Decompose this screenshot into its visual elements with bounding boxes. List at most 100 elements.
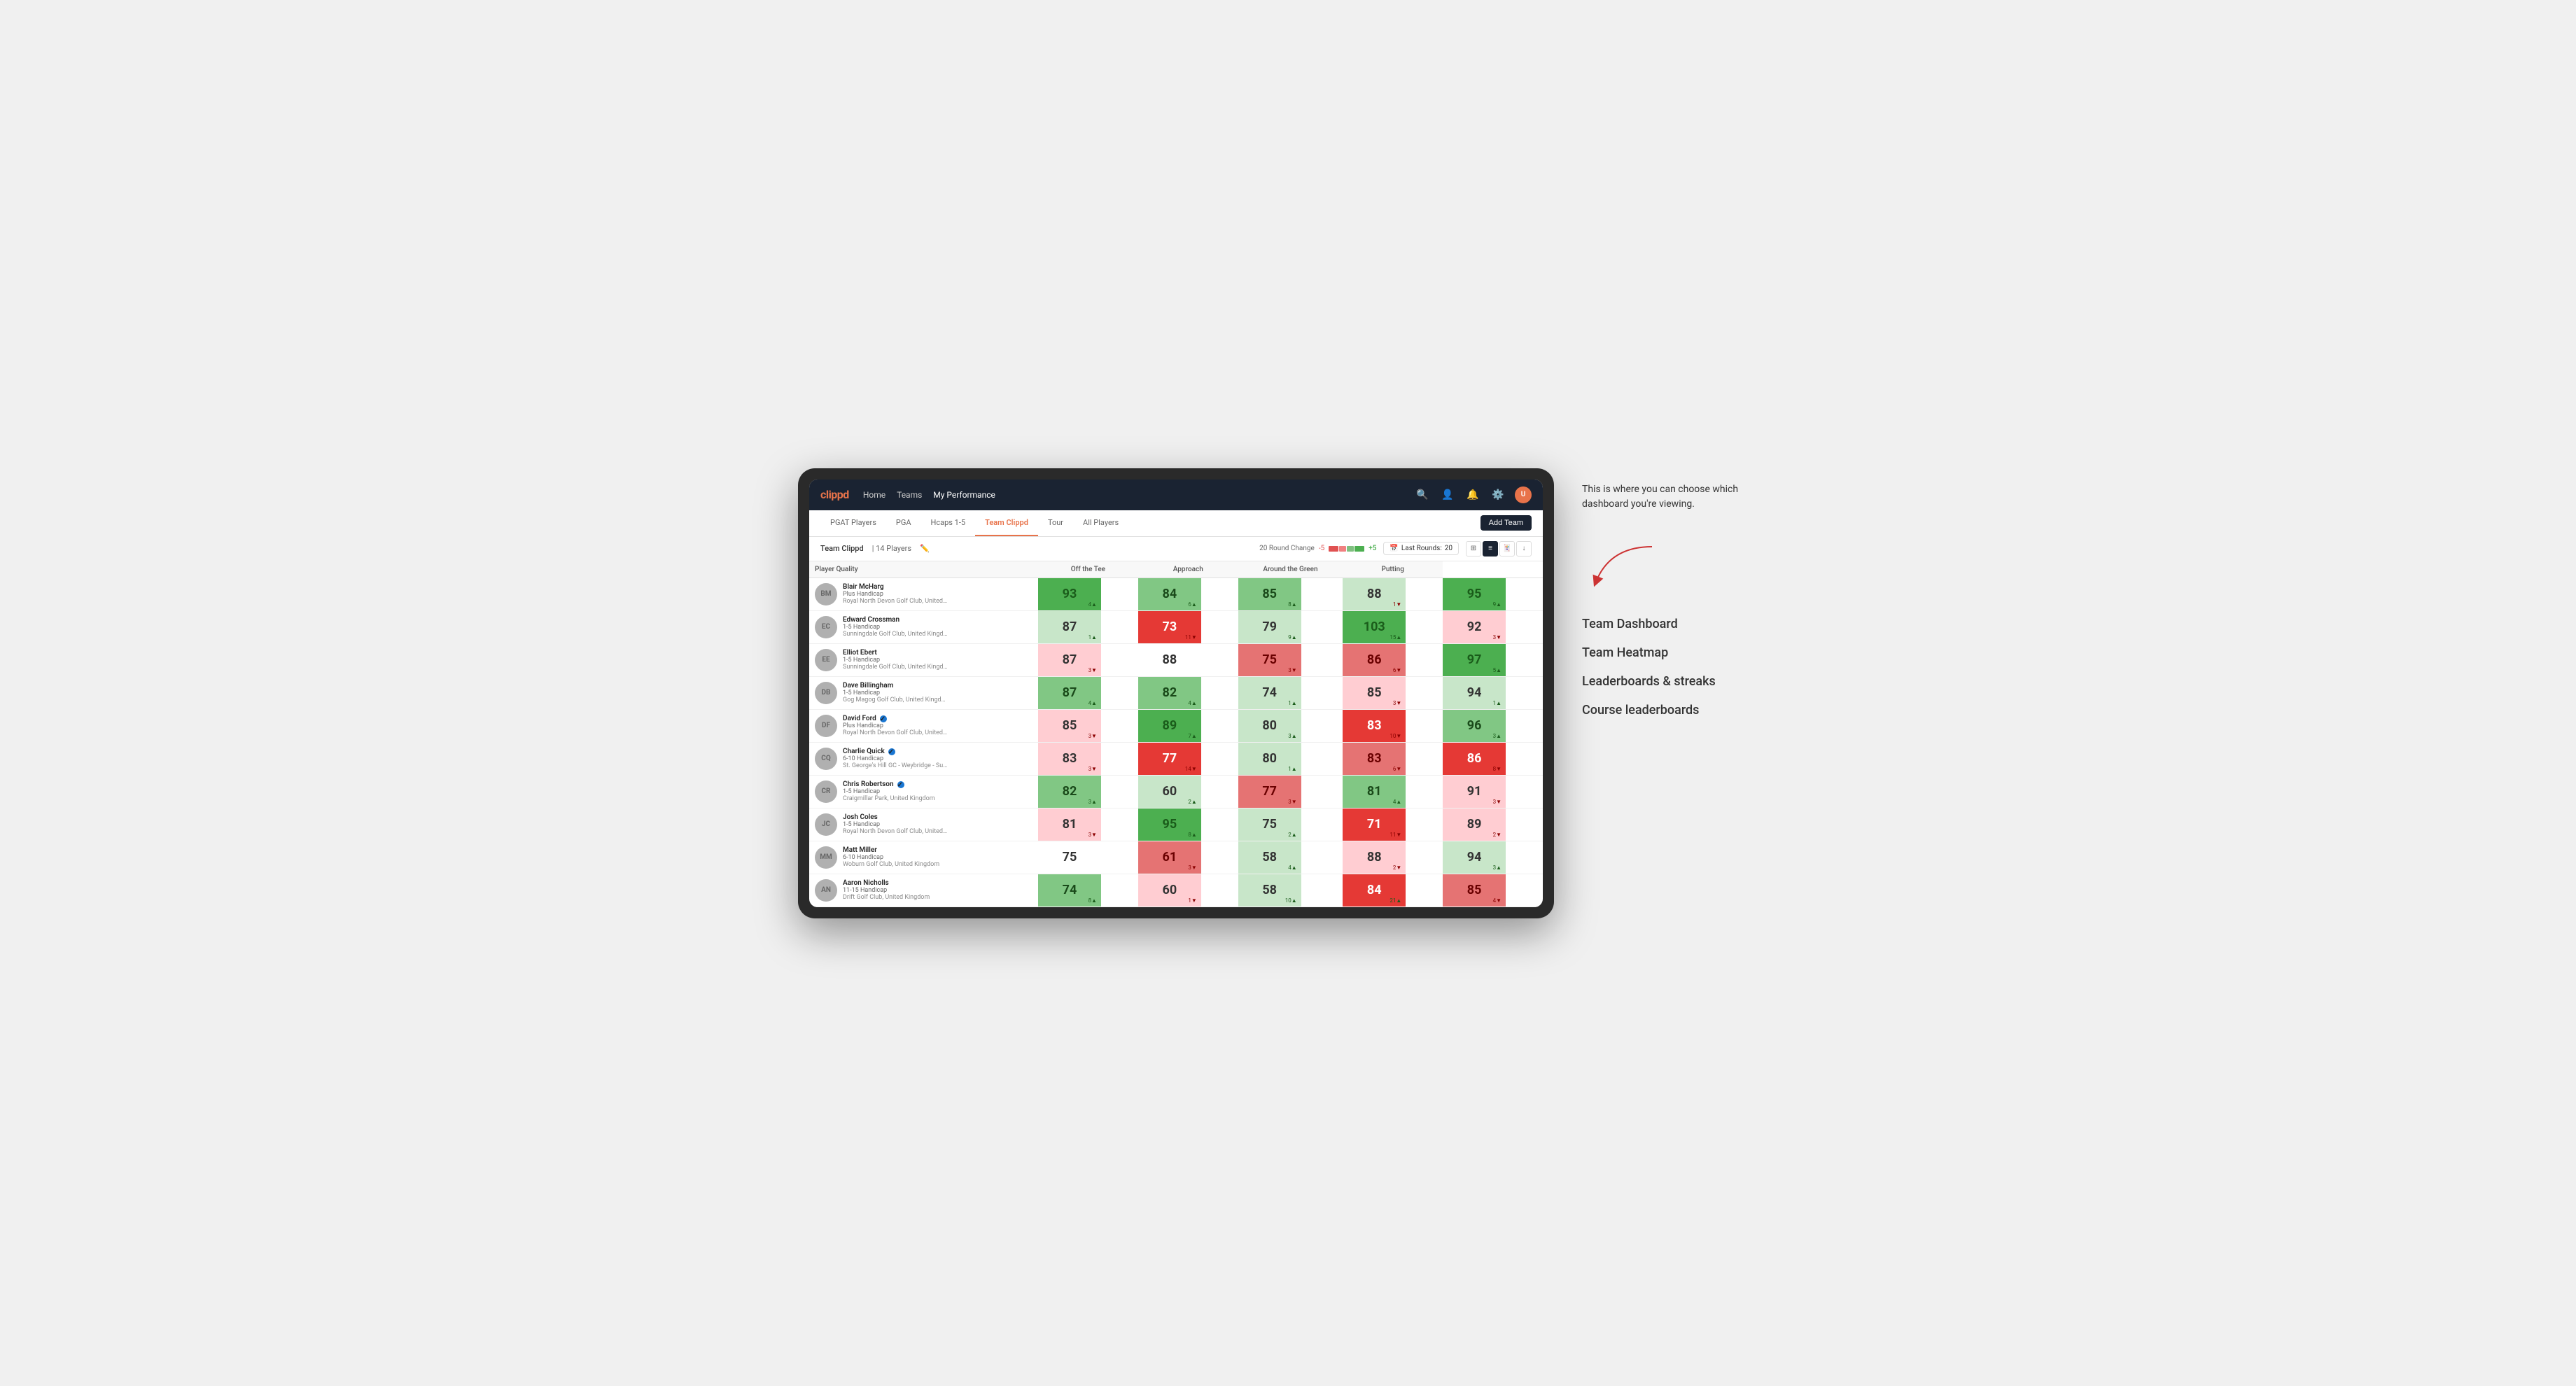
edit-icon[interactable]: ✏️ bbox=[920, 544, 930, 553]
view-download-icon[interactable]: ↓ bbox=[1516, 541, 1532, 556]
round-change-control: 20 Round Change -5 +5 bbox=[1259, 545, 1376, 552]
verified-badge: ✓ bbox=[888, 748, 895, 755]
menu-item-course-leaderboards[interactable]: Course leaderboards bbox=[1582, 703, 1778, 718]
metric-change: 8▲ bbox=[1188, 832, 1196, 838]
last-rounds-button[interactable]: 📅 Last Rounds: 20 bbox=[1383, 542, 1459, 555]
metric-value: 58 bbox=[1262, 850, 1277, 864]
metric-cell-player-quality: 87 3▼ bbox=[1038, 643, 1138, 676]
col-header-putting[interactable]: Putting bbox=[1343, 561, 1443, 578]
player-handicap: Plus Handicap bbox=[843, 722, 1032, 729]
player-cell[interactable]: EC Edward Crossman 1-5 Handicap Sunningd… bbox=[809, 610, 1038, 643]
metric-value: 71 bbox=[1367, 817, 1382, 832]
view-grid-icon[interactable]: ⊞ bbox=[1466, 541, 1481, 556]
metric-value: 85 bbox=[1063, 718, 1077, 733]
metric-cell-around-green: 85 3▼ bbox=[1343, 676, 1443, 709]
toolbar-right: 20 Round Change -5 +5 📅 Last Rounds: bbox=[1259, 541, 1532, 556]
tab-all-players[interactable]: All Players bbox=[1073, 510, 1128, 536]
team-name-label: Team Clippd bbox=[820, 544, 864, 553]
add-team-button[interactable]: Add Team bbox=[1480, 515, 1532, 531]
menu-item-team-dashboard[interactable]: Team Dashboard bbox=[1582, 617, 1778, 631]
player-info: Elliot Ebert 1-5 Handicap Sunningdale Go… bbox=[843, 649, 1032, 671]
metric-cell-around-green: 88 1▼ bbox=[1343, 578, 1443, 610]
col-header-around-green[interactable]: Around the Green bbox=[1238, 561, 1343, 578]
metric-cell-player-quality: 75 bbox=[1038, 841, 1138, 874]
menu-item-team-heatmap[interactable]: Team Heatmap bbox=[1582, 645, 1778, 660]
col-header-player[interactable]: Player Quality bbox=[809, 561, 1038, 578]
player-cell[interactable]: BM Blair McHarg Plus Handicap Royal Nort… bbox=[809, 578, 1038, 610]
metric-cell-putting: 89 2▼ bbox=[1443, 808, 1543, 841]
player-table: Player Quality Off the Tee Approach Arou… bbox=[809, 561, 1543, 907]
metric-change: 4▲ bbox=[1188, 700, 1196, 706]
metric-value: 74 bbox=[1063, 883, 1077, 897]
tab-pga[interactable]: PGA bbox=[886, 510, 921, 536]
metric-cell-player-quality: 87 1▲ bbox=[1038, 610, 1138, 643]
settings-icon[interactable]: ⚙️ bbox=[1490, 486, 1506, 503]
table-row: DB Dave Billingham 1-5 Handicap Gog Mago… bbox=[809, 676, 1543, 709]
bar-green bbox=[1354, 546, 1364, 552]
metric-cell-putting: 85 4▼ bbox=[1443, 874, 1543, 906]
metric-change: 1▲ bbox=[1088, 634, 1097, 640]
metric-cell-player-quality: 82 3▲ bbox=[1038, 775, 1138, 808]
metric-cell-around-green: 83 6▼ bbox=[1343, 742, 1443, 775]
player-info: Edward Crossman 1-5 Handicap Sunningdale… bbox=[843, 616, 1032, 638]
menu-item-leaderboards[interactable]: Leaderboards & streaks bbox=[1582, 674, 1778, 689]
user-avatar[interactable]: U bbox=[1515, 486, 1532, 503]
metric-cell-player-quality: 93 4▲ bbox=[1038, 578, 1138, 610]
player-cell[interactable]: JC Josh Coles 1-5 Handicap Royal North D… bbox=[809, 808, 1038, 841]
nav-link-teams[interactable]: Teams bbox=[897, 487, 922, 503]
view-table-icon[interactable]: ≡ bbox=[1483, 541, 1498, 556]
player-name: Matt Miller bbox=[843, 846, 1032, 854]
view-card-icon[interactable]: 🃏 bbox=[1499, 541, 1515, 556]
metric-value: 94 bbox=[1467, 685, 1482, 700]
metric-change: 3▼ bbox=[1088, 733, 1097, 739]
metric-value: 79 bbox=[1262, 620, 1277, 634]
bell-icon[interactable]: 🔔 bbox=[1464, 486, 1481, 503]
player-cell[interactable]: DF David Ford✓ Plus Handicap Royal North… bbox=[809, 709, 1038, 742]
player-cell[interactable]: EE Elliot Ebert 1-5 Handicap Sunningdale… bbox=[809, 643, 1038, 676]
metric-value: 84 bbox=[1163, 587, 1177, 601]
metric-cell-putting: 91 3▼ bbox=[1443, 775, 1543, 808]
player-cell[interactable]: DB Dave Billingham 1-5 Handicap Gog Mago… bbox=[809, 676, 1038, 709]
table-row: BM Blair McHarg Plus Handicap Royal Nort… bbox=[809, 578, 1543, 610]
col-header-off-tee[interactable]: Off the Tee bbox=[1038, 561, 1138, 578]
table-row: JC Josh Coles 1-5 Handicap Royal North D… bbox=[809, 808, 1543, 841]
metric-change: 6▲ bbox=[1188, 601, 1196, 608]
metric-cell-putting: 95 9▲ bbox=[1443, 578, 1543, 610]
player-avatar: JC bbox=[815, 813, 837, 836]
metric-change: 8▲ bbox=[1088, 897, 1097, 904]
metric-value: 83 bbox=[1367, 751, 1382, 766]
player-cell[interactable]: AN Aaron Nicholls 11-15 Handicap Drift G… bbox=[809, 874, 1038, 906]
metric-change: 4▲ bbox=[1288, 864, 1296, 871]
tab-tour[interactable]: Tour bbox=[1038, 510, 1073, 536]
player-cell[interactable]: MM Matt Miller 6-10 Handicap Woburn Golf… bbox=[809, 841, 1038, 874]
player-avatar: DF bbox=[815, 715, 837, 737]
metric-value: 81 bbox=[1063, 817, 1077, 832]
metric-change: 2▲ bbox=[1288, 832, 1296, 838]
metric-value: 103 bbox=[1364, 620, 1385, 634]
nav-link-home[interactable]: Home bbox=[863, 487, 886, 503]
metric-change: 1▲ bbox=[1288, 700, 1296, 706]
nav-link-my-performance[interactable]: My Performance bbox=[933, 487, 995, 503]
metric-change: 4▲ bbox=[1088, 601, 1097, 608]
metric-change: 14▼ bbox=[1185, 766, 1197, 772]
metric-cell-around-green: 88 2▼ bbox=[1343, 841, 1443, 874]
annotation-area: This is where you can choose which dashb… bbox=[1582, 468, 1778, 718]
metric-cell-player-quality: 87 4▲ bbox=[1038, 676, 1138, 709]
search-icon[interactable]: 🔍 bbox=[1414, 486, 1431, 503]
table-row: EC Edward Crossman 1-5 Handicap Sunningd… bbox=[809, 610, 1543, 643]
player-club: Sunningdale Golf Club, United Kingdom bbox=[843, 664, 948, 671]
player-club: Royal North Devon Golf Club, United King… bbox=[843, 598, 948, 605]
nav-bar: clippd Home Teams My Performance 🔍 👤 🔔 ⚙… bbox=[809, 479, 1543, 510]
col-header-approach[interactable]: Approach bbox=[1138, 561, 1238, 578]
tab-hcaps-1-5[interactable]: Hcaps 1-5 bbox=[921, 510, 976, 536]
metric-change: 4▲ bbox=[1088, 700, 1097, 706]
player-club: Gog Magog Golf Club, United Kingdom bbox=[843, 696, 948, 704]
team-count-label: | 14 Players bbox=[872, 544, 911, 553]
user-icon[interactable]: 👤 bbox=[1439, 486, 1456, 503]
tab-pgat-players[interactable]: PGAT Players bbox=[820, 510, 886, 536]
tab-team-clippd[interactable]: Team Clippd bbox=[975, 510, 1038, 536]
metric-change: 3▲ bbox=[1493, 733, 1502, 739]
player-cell[interactable]: CR Chris Robertson✓ 1-5 Handicap Craigmi… bbox=[809, 775, 1038, 808]
player-handicap: 6-10 Handicap bbox=[843, 755, 1032, 762]
player-cell[interactable]: CQ Charlie Quick✓ 6-10 Handicap St. Geor… bbox=[809, 742, 1038, 775]
